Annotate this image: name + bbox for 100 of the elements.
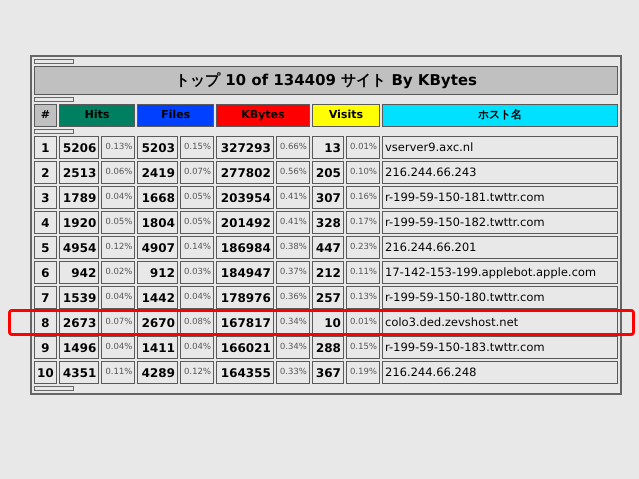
- empty-cell: [34, 129, 74, 134]
- count-cell: 1804: [137, 211, 178, 234]
- count-cell: 942: [58, 261, 100, 284]
- percent-cell: 0.11%: [346, 261, 380, 284]
- percent-cell: 0.04%: [101, 336, 136, 359]
- count-cell: 328: [312, 211, 344, 234]
- percent-cell: 0.17%: [346, 211, 380, 234]
- count-cell: 212: [312, 261, 344, 284]
- percent-cell: 0.01%: [346, 311, 380, 334]
- percent-cell: 0.03%: [180, 261, 214, 284]
- percent-cell: 0.37%: [276, 261, 310, 284]
- percent-cell: 0.01%: [346, 136, 380, 159]
- rank-cell: 2: [34, 161, 57, 184]
- percent-cell: 0.02%: [101, 261, 136, 284]
- percent-cell: 0.10%: [346, 161, 380, 184]
- host-cell: r-199-59-150-182.twttr.com: [382, 211, 618, 234]
- rank-cell: 7: [34, 286, 57, 309]
- percent-cell: 0.15%: [346, 336, 380, 359]
- count-cell: 186984: [216, 236, 274, 259]
- count-cell: 5206: [58, 136, 100, 159]
- count-cell: 10: [312, 311, 344, 334]
- rank-cell: 5: [34, 236, 57, 259]
- percent-cell: 0.14%: [180, 236, 214, 259]
- percent-cell: 0.34%: [276, 336, 310, 359]
- count-cell: 203954: [216, 186, 274, 209]
- count-cell: 327293: [216, 136, 274, 159]
- percent-cell: 0.23%: [346, 236, 380, 259]
- column-header: Visits: [312, 104, 380, 127]
- percent-cell: 0.05%: [101, 211, 136, 234]
- host-cell: r-199-59-150-180.twttr.com: [382, 286, 618, 309]
- count-cell: 1496: [58, 336, 100, 359]
- percent-cell: 0.05%: [180, 186, 214, 209]
- host-cell: 216.244.66.201: [382, 236, 618, 259]
- percent-cell: 0.04%: [101, 286, 136, 309]
- count-cell: 367: [312, 361, 344, 384]
- count-cell: 4289: [137, 361, 178, 384]
- percent-cell: 0.33%: [276, 361, 310, 384]
- percent-cell: 0.34%: [276, 311, 310, 334]
- count-cell: 447: [312, 236, 344, 259]
- count-cell: 288: [312, 336, 344, 359]
- count-cell: 1442: [137, 286, 178, 309]
- count-cell: 13: [312, 136, 344, 159]
- empty-cell: [34, 97, 74, 102]
- count-cell: 277802: [216, 161, 274, 184]
- count-cell: 1920: [58, 211, 100, 234]
- count-cell: 2670: [137, 311, 178, 334]
- column-header: KBytes: [216, 104, 310, 127]
- count-cell: 4907: [137, 236, 178, 259]
- count-cell: 205: [312, 161, 344, 184]
- percent-cell: 0.15%: [180, 136, 214, 159]
- count-cell: 4954: [58, 236, 100, 259]
- empty-cell: [34, 386, 74, 391]
- percent-cell: 0.16%: [346, 186, 380, 209]
- count-cell: 2673: [58, 311, 100, 334]
- percent-cell: 0.13%: [346, 286, 380, 309]
- percent-cell: 0.07%: [101, 311, 136, 334]
- count-cell: 167817: [216, 311, 274, 334]
- count-cell: 2419: [137, 161, 178, 184]
- rank-cell: 6: [34, 261, 57, 284]
- count-cell: 178976: [216, 286, 274, 309]
- host-cell: colo3.ded.zevshost.net: [382, 311, 618, 334]
- percent-cell: 0.38%: [276, 236, 310, 259]
- count-cell: 307: [312, 186, 344, 209]
- rank-cell: 9: [34, 336, 57, 359]
- count-cell: 184947: [216, 261, 274, 284]
- host-cell: r-199-59-150-181.twttr.com: [382, 186, 618, 209]
- percent-cell: 0.41%: [276, 186, 310, 209]
- host-cell: 17-142-153-199.applebot.apple.com: [382, 261, 618, 284]
- count-cell: 5203: [137, 136, 178, 159]
- percent-cell: 0.66%: [276, 136, 310, 159]
- count-cell: 166021: [216, 336, 274, 359]
- host-cell: r-199-59-150-183.twttr.com: [382, 336, 618, 359]
- count-cell: 4351: [58, 361, 100, 384]
- count-cell: 1668: [137, 186, 178, 209]
- rank-cell: 3: [34, 186, 57, 209]
- column-header: ホスト名: [382, 104, 618, 127]
- count-cell: 2513: [58, 161, 100, 184]
- host-cell: 216.244.66.243: [382, 161, 618, 184]
- percent-cell: 0.08%: [180, 311, 214, 334]
- percent-cell: 0.41%: [276, 211, 310, 234]
- percent-cell: 0.07%: [180, 161, 214, 184]
- count-cell: 164355: [216, 361, 274, 384]
- rank-cell: 1: [34, 136, 57, 159]
- count-cell: 1789: [58, 186, 100, 209]
- percent-cell: 0.05%: [180, 211, 214, 234]
- count-cell: 1411: [137, 336, 178, 359]
- table-title: トップ 10 of 134409 サイト By KBytes: [34, 66, 618, 95]
- count-cell: 912: [137, 261, 178, 284]
- percent-cell: 0.04%: [101, 186, 136, 209]
- percent-cell: 0.04%: [180, 286, 214, 309]
- count-cell: 1539: [58, 286, 100, 309]
- percent-cell: 0.04%: [180, 336, 214, 359]
- rank-cell: 4: [34, 211, 57, 234]
- percent-cell: 0.12%: [180, 361, 214, 384]
- column-header: #: [34, 104, 57, 127]
- percent-cell: 0.13%: [101, 136, 136, 159]
- percent-cell: 0.56%: [276, 161, 310, 184]
- host-cell: 216.244.66.248: [382, 361, 618, 384]
- percent-cell: 0.19%: [346, 361, 380, 384]
- count-cell: 257: [312, 286, 344, 309]
